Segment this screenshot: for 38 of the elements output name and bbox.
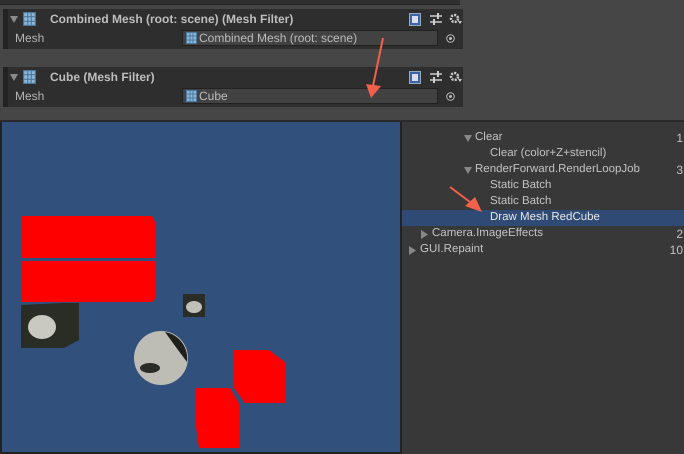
annotation-arrow (449, 186, 482, 212)
field-value: Combined Mesh (root: scene) (199, 30, 358, 47)
expand-toggle[interactable] (10, 16, 18, 22)
component-title: Cube (Mesh Filter) (50, 69, 155, 86)
tree-row[interactable]: Static Batch (402, 178, 684, 194)
property-label: Mesh (15, 30, 46, 47)
object-picker-icon[interactable] (446, 92, 455, 100)
sliders-icon[interactable] (430, 13, 442, 25)
mesh-icon (23, 12, 36, 26)
tree-row[interactable]: Static Batch (402, 194, 684, 210)
help-icon[interactable] (409, 12, 421, 26)
help-icon[interactable] (409, 70, 421, 84)
expanded-arrow-icon[interactable] (464, 134, 475, 142)
event-count: 2 (676, 226, 683, 243)
mesh-icon (186, 90, 197, 102)
tree-row[interactable]: Camera.ImageEffects 2 (402, 226, 684, 242)
event-count: 10 (670, 242, 683, 259)
tree-row[interactable]: Draw Mesh RedCube (402, 210, 684, 226)
property-label: Mesh (15, 88, 46, 105)
field-value: Cube (199, 88, 228, 105)
component-title: Combined Mesh (root: scene) (Mesh Filter) (50, 11, 294, 28)
event-count: 1 (676, 130, 683, 147)
annotation-arrow (366, 38, 384, 98)
mesh-icon (23, 70, 36, 84)
tree-row[interactable]: Clear (color+Z+stencil) (402, 146, 684, 162)
mesh-icon (186, 32, 197, 44)
settings-icon[interactable] (449, 13, 462, 25)
settings-icon[interactable] (449, 71, 462, 83)
object-field[interactable]: Combined Mesh (root: scene) (182, 30, 438, 46)
expanded-arrow-icon[interactable] (464, 166, 475, 174)
object-field[interactable]: Cube (182, 88, 438, 104)
expand-toggle[interactable] (10, 74, 18, 80)
tree-row[interactable]: GUI.Repaint 10 (402, 242, 684, 258)
event-count: 3 (676, 162, 683, 179)
sliders-icon[interactable] (430, 71, 442, 83)
tree-row[interactable]: RenderForward.RenderLoopJob 3 (402, 162, 684, 178)
object-picker-icon[interactable] (446, 34, 455, 42)
tree-row[interactable]: Clear 1 (402, 130, 684, 146)
